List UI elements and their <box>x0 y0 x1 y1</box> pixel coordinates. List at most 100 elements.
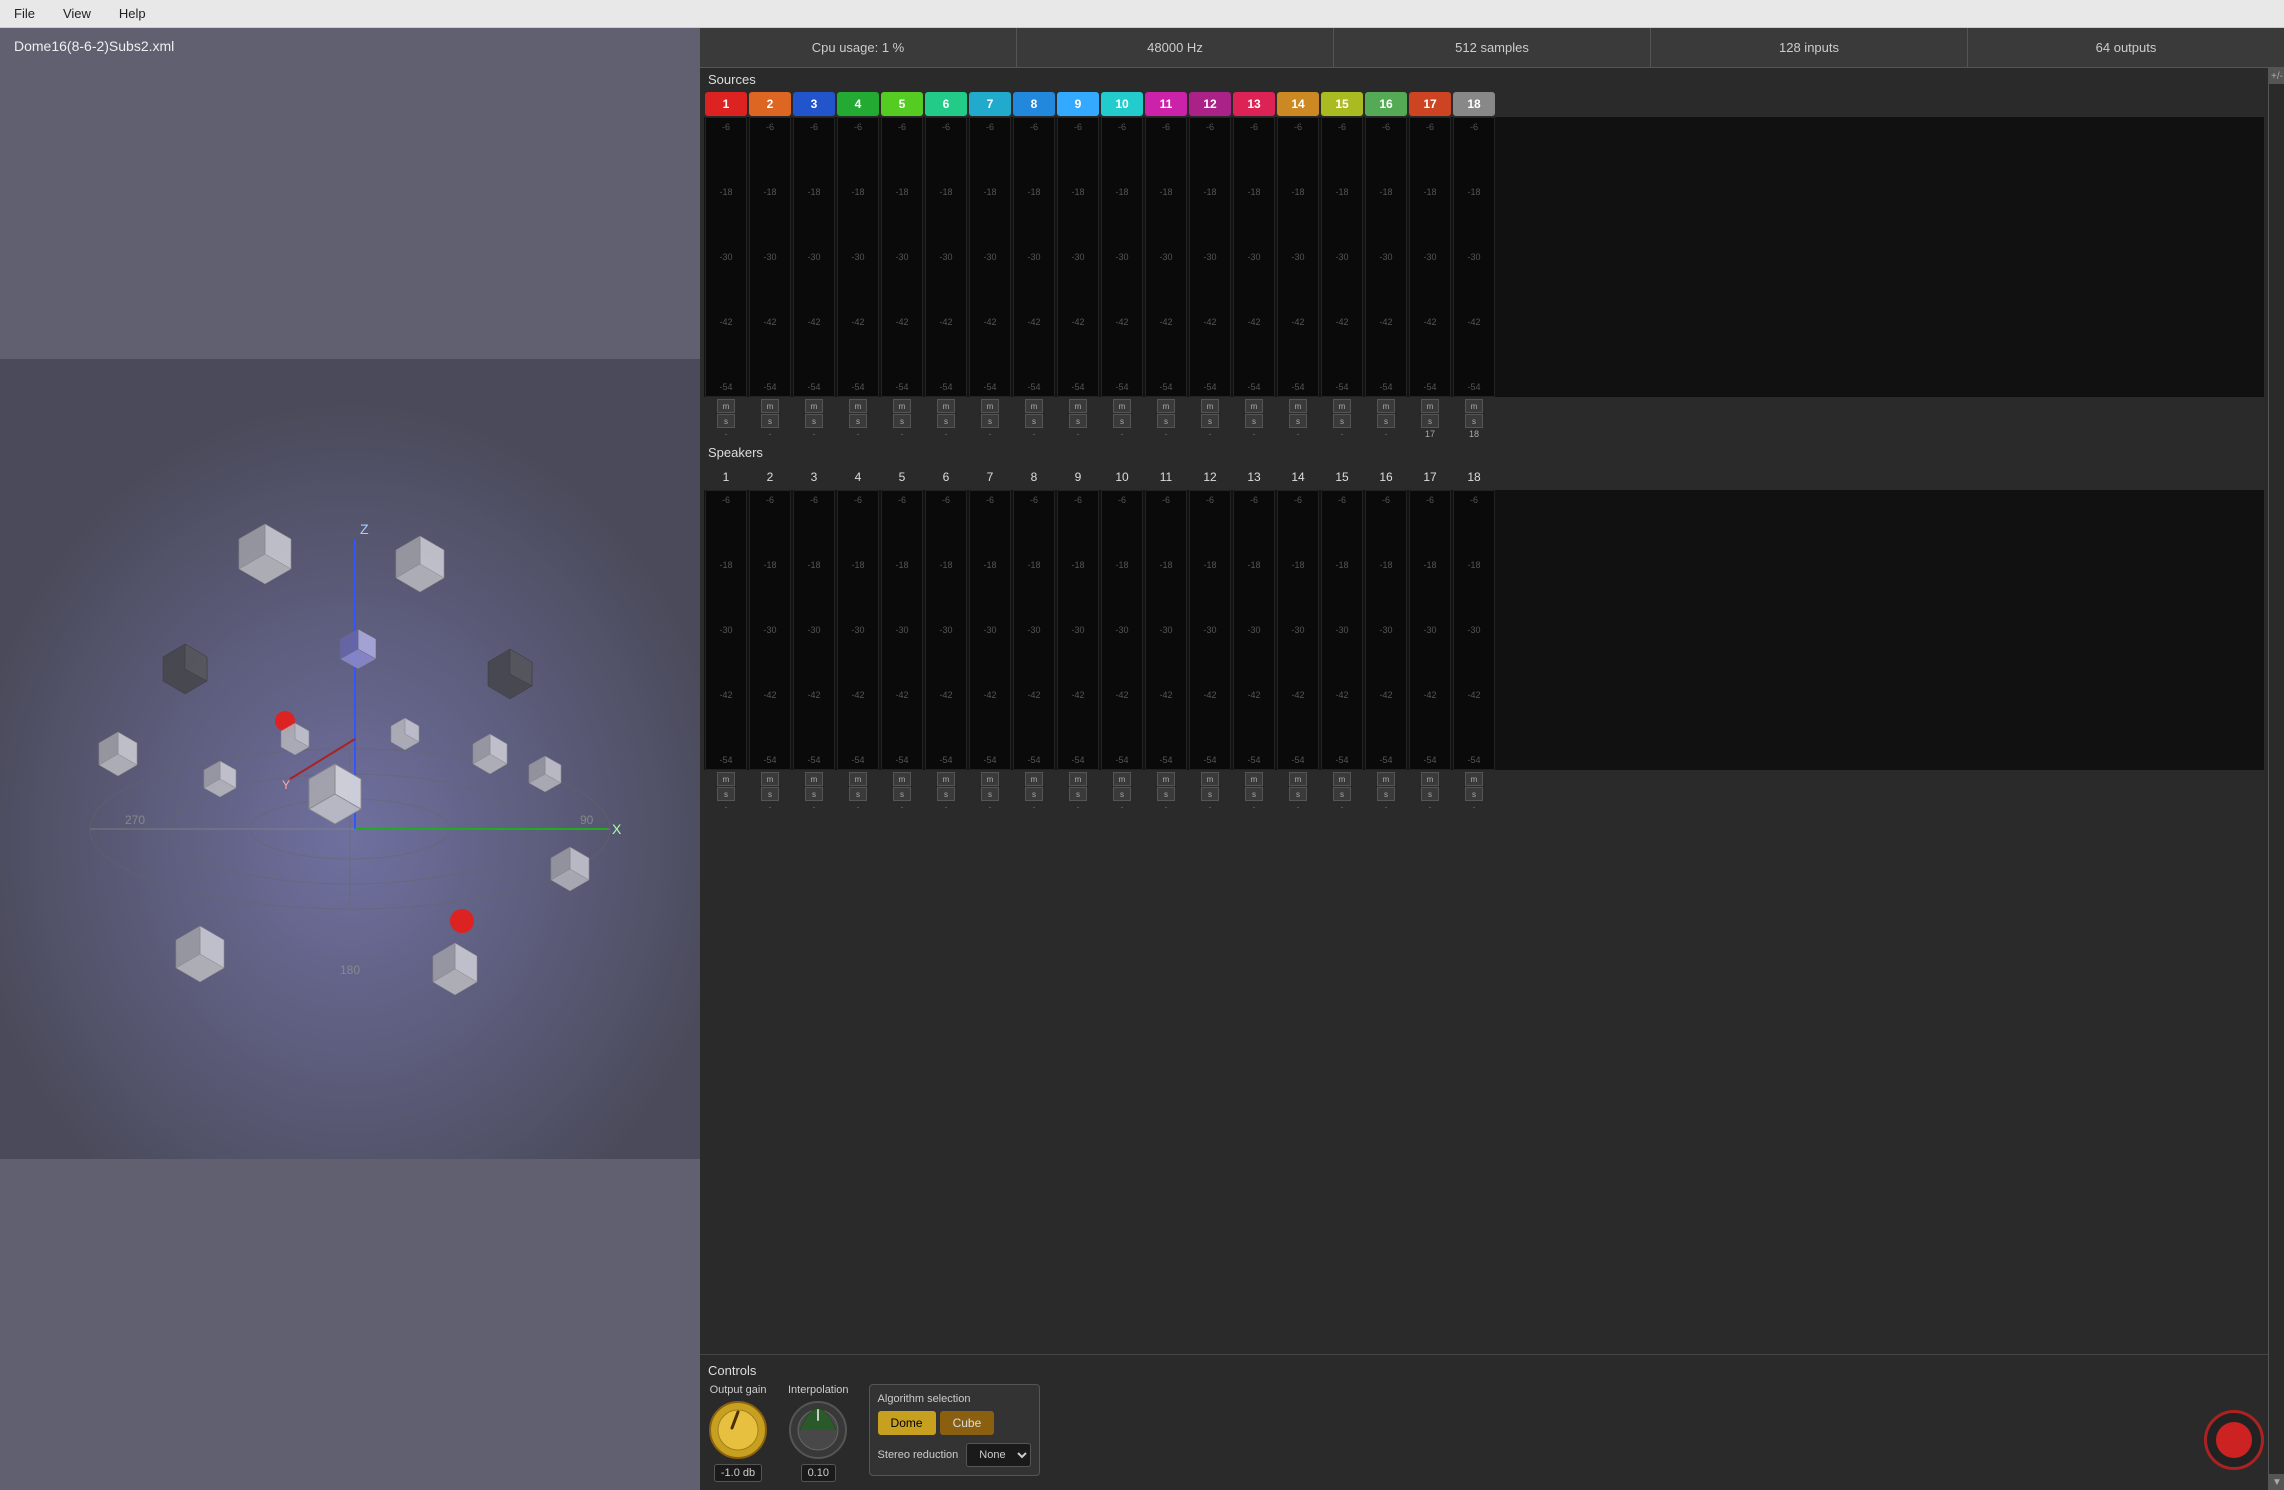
source-mute-btn-13[interactable]: m <box>1245 399 1263 413</box>
menu-help[interactable]: Help <box>113 4 152 23</box>
source-ch-header-11[interactable]: 11 <box>1145 92 1187 116</box>
source-ch-header-14[interactable]: 14 <box>1277 92 1319 116</box>
source-solo-btn-7[interactable]: s <box>981 414 999 428</box>
source-ch-header-8[interactable]: 8 <box>1013 92 1055 116</box>
source-solo-btn-17[interactable]: s <box>1421 414 1439 428</box>
source-solo-btn-12[interactable]: s <box>1201 414 1219 428</box>
speaker-solo-btn-3[interactable]: s <box>805 787 823 801</box>
speaker-solo-btn-15[interactable]: s <box>1333 787 1351 801</box>
source-solo-btn-13[interactable]: s <box>1245 414 1263 428</box>
source-solo-btn-15[interactable]: s <box>1333 414 1351 428</box>
speaker-mute-btn-4[interactable]: m <box>849 772 867 786</box>
speaker-solo-btn-8[interactable]: s <box>1025 787 1043 801</box>
speaker-mute-btn-7[interactable]: m <box>981 772 999 786</box>
speaker-mute-btn-2[interactable]: m <box>761 772 779 786</box>
source-solo-btn-6[interactable]: s <box>937 414 955 428</box>
speaker-solo-btn-1[interactable]: s <box>717 787 735 801</box>
source-mute-btn-11[interactable]: m <box>1157 399 1175 413</box>
source-solo-btn-9[interactable]: s <box>1069 414 1087 428</box>
speaker-mute-btn-9[interactable]: m <box>1069 772 1087 786</box>
source-mute-btn-3[interactable]: m <box>805 399 823 413</box>
source-ch-header-10[interactable]: 10 <box>1101 92 1143 116</box>
source-ch-header-5[interactable]: 5 <box>881 92 923 116</box>
source-ch-header-15[interactable]: 15 <box>1321 92 1363 116</box>
stereo-select[interactable]: None <box>966 1443 1031 1467</box>
speaker-mute-btn-16[interactable]: m <box>1377 772 1395 786</box>
source-solo-btn-3[interactable]: s <box>805 414 823 428</box>
speaker-solo-btn-10[interactable]: s <box>1113 787 1131 801</box>
speaker-solo-btn-6[interactable]: s <box>937 787 955 801</box>
source-ch-header-4[interactable]: 4 <box>837 92 879 116</box>
source-mute-btn-14[interactable]: m <box>1289 399 1307 413</box>
source-ch-header-12[interactable]: 12 <box>1189 92 1231 116</box>
source-mute-btn-18[interactable]: m <box>1465 399 1483 413</box>
speaker-solo-btn-12[interactable]: s <box>1201 787 1219 801</box>
speaker-mute-btn-18[interactable]: m <box>1465 772 1483 786</box>
speaker-mute-btn-12[interactable]: m <box>1201 772 1219 786</box>
source-mute-btn-8[interactable]: m <box>1025 399 1043 413</box>
source-solo-btn-10[interactable]: s <box>1113 414 1131 428</box>
algo-dome-btn[interactable]: Dome <box>878 1411 936 1435</box>
source-ch-header-6[interactable]: 6 <box>925 92 967 116</box>
source-ch-header-9[interactable]: 9 <box>1057 92 1099 116</box>
source-solo-btn-4[interactable]: s <box>849 414 867 428</box>
source-ch-header-16[interactable]: 16 <box>1365 92 1407 116</box>
speaker-solo-btn-14[interactable]: s <box>1289 787 1307 801</box>
speaker-solo-btn-13[interactable]: s <box>1245 787 1263 801</box>
speaker-solo-btn-4[interactable]: s <box>849 787 867 801</box>
speaker-mute-btn-8[interactable]: m <box>1025 772 1043 786</box>
source-ch-header-3[interactable]: 3 <box>793 92 835 116</box>
speaker-solo-btn-11[interactable]: s <box>1157 787 1175 801</box>
source-mute-btn-7[interactable]: m <box>981 399 999 413</box>
source-mute-btn-6[interactable]: m <box>937 399 955 413</box>
source-solo-btn-18[interactable]: s <box>1465 414 1483 428</box>
source-solo-btn-5[interactable]: s <box>893 414 911 428</box>
speaker-mute-btn-11[interactable]: m <box>1157 772 1175 786</box>
speaker-solo-btn-16[interactable]: s <box>1377 787 1395 801</box>
speaker-mute-btn-10[interactable]: m <box>1113 772 1131 786</box>
source-ch-header-17[interactable]: 17 <box>1409 92 1451 116</box>
speaker-mute-btn-14[interactable]: m <box>1289 772 1307 786</box>
source-mute-btn-16[interactable]: m <box>1377 399 1395 413</box>
interpolation-knob[interactable] <box>788 1400 848 1460</box>
source-solo-btn-16[interactable]: s <box>1377 414 1395 428</box>
scroll-down[interactable]: ▼ <box>2269 1474 2284 1490</box>
source-solo-btn-14[interactable]: s <box>1289 414 1307 428</box>
source-mute-btn-1[interactable]: m <box>717 399 735 413</box>
source-ch-header-7[interactable]: 7 <box>969 92 1011 116</box>
speaker-solo-btn-9[interactable]: s <box>1069 787 1087 801</box>
3d-viewport[interactable]: Dome16(8-6-2)Subs2.xml Z Y <box>0 28 700 1490</box>
source-ch-header-18[interactable]: 18 <box>1453 92 1495 116</box>
record-button[interactable] <box>2204 1410 2264 1470</box>
source-solo-btn-11[interactable]: s <box>1157 414 1175 428</box>
source-mute-btn-10[interactable]: m <box>1113 399 1131 413</box>
source-mute-btn-4[interactable]: m <box>849 399 867 413</box>
speaker-solo-btn-2[interactable]: s <box>761 787 779 801</box>
source-mute-btn-5[interactable]: m <box>893 399 911 413</box>
output-gain-knob[interactable] <box>708 1400 768 1460</box>
speaker-mute-btn-1[interactable]: m <box>717 772 735 786</box>
source-mute-btn-17[interactable]: m <box>1421 399 1439 413</box>
menu-view[interactable]: View <box>57 4 97 23</box>
source-mute-btn-12[interactable]: m <box>1201 399 1219 413</box>
source-solo-btn-8[interactable]: s <box>1025 414 1043 428</box>
speaker-mute-btn-3[interactable]: m <box>805 772 823 786</box>
menu-file[interactable]: File <box>8 4 41 23</box>
source-ch-header-2[interactable]: 2 <box>749 92 791 116</box>
speaker-solo-btn-7[interactable]: s <box>981 787 999 801</box>
speaker-mute-btn-6[interactable]: m <box>937 772 955 786</box>
speaker-mute-btn-13[interactable]: m <box>1245 772 1263 786</box>
source-ch-header-1[interactable]: 1 <box>705 92 747 116</box>
source-mute-btn-15[interactable]: m <box>1333 399 1351 413</box>
source-ch-header-13[interactable]: 13 <box>1233 92 1275 116</box>
speaker-solo-btn-18[interactable]: s <box>1465 787 1483 801</box>
speaker-mute-btn-5[interactable]: m <box>893 772 911 786</box>
speaker-solo-btn-5[interactable]: s <box>893 787 911 801</box>
speaker-solo-btn-17[interactable]: s <box>1421 787 1439 801</box>
source-solo-btn-2[interactable]: s <box>761 414 779 428</box>
speaker-mute-btn-15[interactable]: m <box>1333 772 1351 786</box>
source-mute-btn-9[interactable]: m <box>1069 399 1087 413</box>
scroll-plus-minus[interactable]: +/- <box>2269 68 2284 84</box>
speaker-mute-btn-17[interactable]: m <box>1421 772 1439 786</box>
source-solo-btn-1[interactable]: s <box>717 414 735 428</box>
